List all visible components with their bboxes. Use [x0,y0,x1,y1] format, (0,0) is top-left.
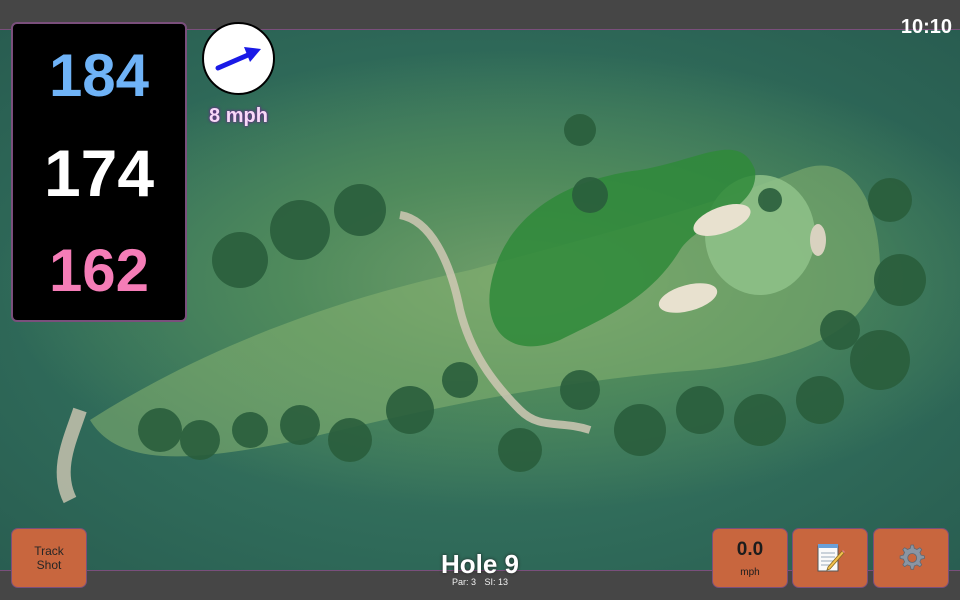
wind-indicator [202,22,275,95]
gear-icon [899,544,925,570]
clock: 10:10 [900,16,952,38]
front-distance: 162 [48,237,150,304]
settings-button[interactable] [873,528,949,588]
speed-value: 0.0 [736,539,764,560]
hole-par: Par: 3 [451,577,476,587]
center-distance: 174 [43,136,155,210]
hole-title: Hole 9 [440,549,520,579]
wind-direction-arrow-icon [215,47,261,71]
track-shot-label-line1: Track [34,544,64,558]
back-distance: 184 [48,42,150,109]
speed-button[interactable]: 0.0 mph [712,528,788,588]
distance-panel: 184 174 162 [11,22,187,322]
track-shot-label-line2: Shot [36,558,62,572]
notes-button[interactable] [792,528,868,588]
cart-path [56,407,87,504]
notepad-icon [817,544,845,572]
speed-unit: mph [740,567,760,578]
track-shot-button[interactable]: Track Shot [11,528,87,588]
hole-stroke-index: SI: 13 [484,577,509,587]
bunker [810,224,826,256]
wind-speed: 8 mph [209,105,268,127]
hole-meta: Par: 3 SI: 13 [380,577,580,587]
gps-app: 10:10 184 174 162 8 mph Track Shot Hole … [0,0,960,600]
